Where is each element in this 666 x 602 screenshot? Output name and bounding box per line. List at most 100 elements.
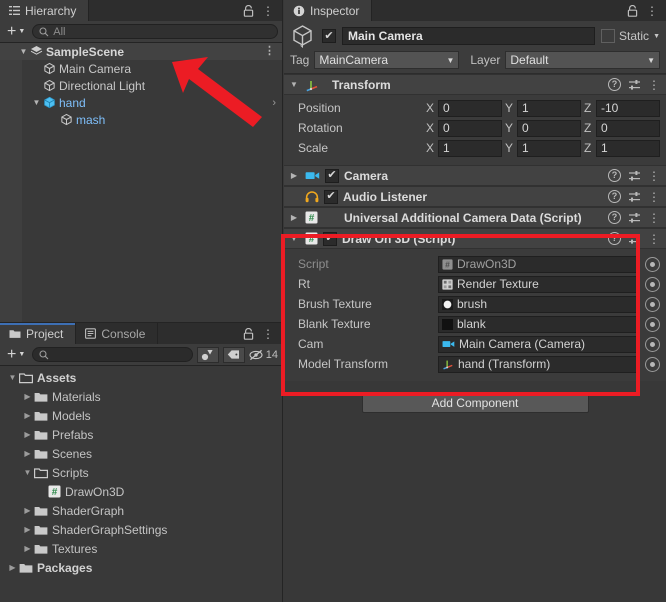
expand-arrow-icon[interactable]: ▶ (21, 430, 34, 439)
lock-icon[interactable] (627, 4, 638, 17)
component-header-transform[interactable]: ▼ Transform ? ⋮ (284, 74, 666, 95)
project-item-scripts[interactable]: ▼ Scripts (0, 463, 282, 482)
expand-arrow-icon[interactable]: ▶ (288, 213, 300, 222)
tab-hierarchy[interactable]: Hierarchy (0, 0, 90, 21)
kebab-menu-icon[interactable]: ⋮ (648, 233, 660, 245)
component-header-universal-additional-camera-data[interactable]: ▶ # Universal Additional Camera Data (Sc… (284, 207, 666, 228)
filter-by-type-icon[interactable] (196, 346, 219, 363)
tab-project[interactable]: Project (0, 323, 77, 344)
project-search-input[interactable] (32, 347, 193, 362)
project-add-button[interactable]: + ▼ (4, 346, 28, 363)
expand-arrow-icon[interactable]: ▶ (288, 171, 300, 180)
help-icon[interactable]: ? (608, 232, 621, 245)
position-z-input[interactable]: -10 (596, 99, 660, 117)
chevron-down-icon[interactable]: ▼ (653, 33, 660, 40)
hierarchy-add-button[interactable]: + ▼ (4, 23, 28, 40)
expand-arrow-icon[interactable]: ▶ (21, 506, 34, 515)
project-item-textures[interactable]: ▶ Textures (0, 539, 282, 558)
rotation-x-input[interactable]: 0 (438, 119, 502, 137)
object-enabled-checkbox[interactable]: ✔ (322, 29, 336, 43)
hierarchy-item-hand[interactable]: ▼ hand › (0, 94, 282, 111)
scale-x-input[interactable]: 1 (438, 139, 502, 157)
project-item-prefabs[interactable]: ▶ Prefabs (0, 425, 282, 444)
tab-inspector[interactable]: Inspector (284, 0, 373, 21)
object-picker-button[interactable] (645, 356, 660, 372)
project-item-packages[interactable]: ▶ Packages (0, 558, 282, 577)
expand-arrow-icon[interactable]: ▶ (21, 449, 34, 458)
prefab-open-chevron-icon[interactable]: › (272, 97, 276, 109)
rotation-y-input[interactable]: 0 (517, 119, 581, 137)
object-picker-button[interactable] (645, 276, 660, 292)
object-picker-button[interactable] (645, 256, 660, 272)
object-picker-button[interactable] (645, 316, 660, 332)
lock-icon[interactable] (243, 4, 254, 17)
component-header-audio-listener[interactable]: ✔ Audio Listener ? ⋮ (284, 186, 666, 207)
object-name-input[interactable]: Main Camera (342, 27, 596, 45)
hierarchy-item-directional-light[interactable]: Directional Light (0, 77, 282, 94)
camera-enabled-checkbox[interactable]: ✔ (325, 168, 339, 183)
kebab-menu-icon[interactable]: ⋮ (262, 5, 274, 17)
expand-arrow-icon[interactable]: ▶ (21, 525, 34, 534)
draw-on-3d-enabled-checkbox[interactable]: ✔ (323, 231, 337, 246)
kebab-menu-icon[interactable]: ⋮ (648, 170, 660, 182)
filter-by-label-icon[interactable] (222, 346, 245, 363)
position-y-input[interactable]: 1 (517, 99, 581, 117)
settings-sliders-icon[interactable] (628, 79, 641, 91)
help-icon[interactable]: ? (608, 169, 621, 182)
hierarchy-search-input[interactable]: All (32, 24, 278, 39)
project-item-materials[interactable]: ▶ Materials (0, 387, 282, 406)
tag-dropdown[interactable]: MainCamera ▼ (314, 51, 460, 69)
expand-arrow-icon[interactable]: ▶ (21, 392, 34, 401)
settings-sliders-icon[interactable] (628, 170, 641, 182)
expand-arrow-icon[interactable]: ▶ (21, 411, 34, 420)
object-picker-button[interactable] (645, 296, 660, 312)
layer-dropdown[interactable]: Default ▼ (505, 51, 660, 69)
help-icon[interactable]: ? (608, 190, 621, 203)
kebab-menu-icon[interactable]: ⋮ (262, 328, 274, 340)
position-x-input[interactable]: 0 (438, 99, 502, 117)
expand-arrow-icon[interactable]: ▼ (6, 373, 19, 382)
hierarchy-item-samplescene[interactable]: ▼ SampleScene ⋮ (0, 43, 282, 60)
static-toggle-group[interactable]: Static ▼ (601, 29, 660, 43)
project-item-assets[interactable]: ▼ Assets (0, 368, 282, 387)
expand-arrow-icon[interactable]: ▶ (21, 544, 34, 553)
component-header-draw-on-3d[interactable]: ▼ # ✔ Draw On 3D (Script) ? ⋮ (284, 228, 666, 249)
settings-sliders-icon[interactable] (628, 212, 641, 224)
project-item-drawon3d[interactable]: # DrawOn3D (0, 482, 282, 501)
project-item-models[interactable]: ▶ Models (0, 406, 282, 425)
help-icon[interactable]: ? (608, 211, 621, 224)
rotation-z-input[interactable]: 0 (596, 119, 660, 137)
hierarchy-item-main-camera[interactable]: Main Camera (0, 60, 282, 77)
kebab-menu-icon[interactable]: ⋮ (648, 212, 660, 224)
lock-icon[interactable] (243, 327, 254, 340)
kebab-menu-icon[interactable]: ⋮ (648, 191, 660, 203)
expand-arrow-icon[interactable]: ▼ (30, 98, 43, 107)
project-item-scenes[interactable]: ▶ Scenes (0, 444, 282, 463)
script-object-field[interactable]: # DrawOn3D (438, 255, 640, 273)
object-picker-button[interactable] (645, 336, 660, 352)
settings-sliders-icon[interactable] (628, 233, 641, 245)
project-item-shadergraph[interactable]: ▶ ShaderGraph (0, 501, 282, 520)
audio-listener-enabled-checkbox[interactable]: ✔ (324, 189, 338, 204)
rt-object-field[interactable]: Render Texture (438, 275, 640, 293)
scale-z-input[interactable]: 1 (596, 139, 660, 157)
help-icon[interactable]: ? (608, 78, 621, 91)
brush-texture-object-field[interactable]: brush (438, 295, 640, 313)
scale-y-input[interactable]: 1 (517, 139, 581, 157)
kebab-menu-icon[interactable]: ⋮ (648, 79, 660, 91)
static-checkbox[interactable] (601, 29, 616, 43)
expand-arrow-icon[interactable]: ▼ (21, 468, 34, 477)
kebab-menu-icon[interactable]: ⋮ (646, 5, 658, 17)
tab-console[interactable]: Console (76, 323, 159, 344)
expand-arrow-icon[interactable]: ▼ (17, 47, 30, 56)
expand-arrow-icon[interactable]: ▶ (6, 563, 19, 572)
expand-arrow-icon[interactable]: ▼ (288, 234, 300, 243)
add-component-button[interactable]: Add Component (361, 392, 589, 413)
project-item-shadergraphsettings[interactable]: ▶ ShaderGraphSettings (0, 520, 282, 539)
model-transform-object-field[interactable]: hand (Transform) (438, 355, 640, 373)
expand-arrow-icon[interactable]: ▼ (288, 80, 300, 89)
hierarchy-item-mash[interactable]: mash (0, 111, 282, 128)
component-header-camera[interactable]: ▶ ✔ Camera ? ⋮ (284, 165, 666, 186)
cam-object-field[interactable]: Main Camera (Camera) (438, 335, 640, 353)
scene-kebab-menu-icon[interactable]: ⋮ (264, 46, 275, 57)
